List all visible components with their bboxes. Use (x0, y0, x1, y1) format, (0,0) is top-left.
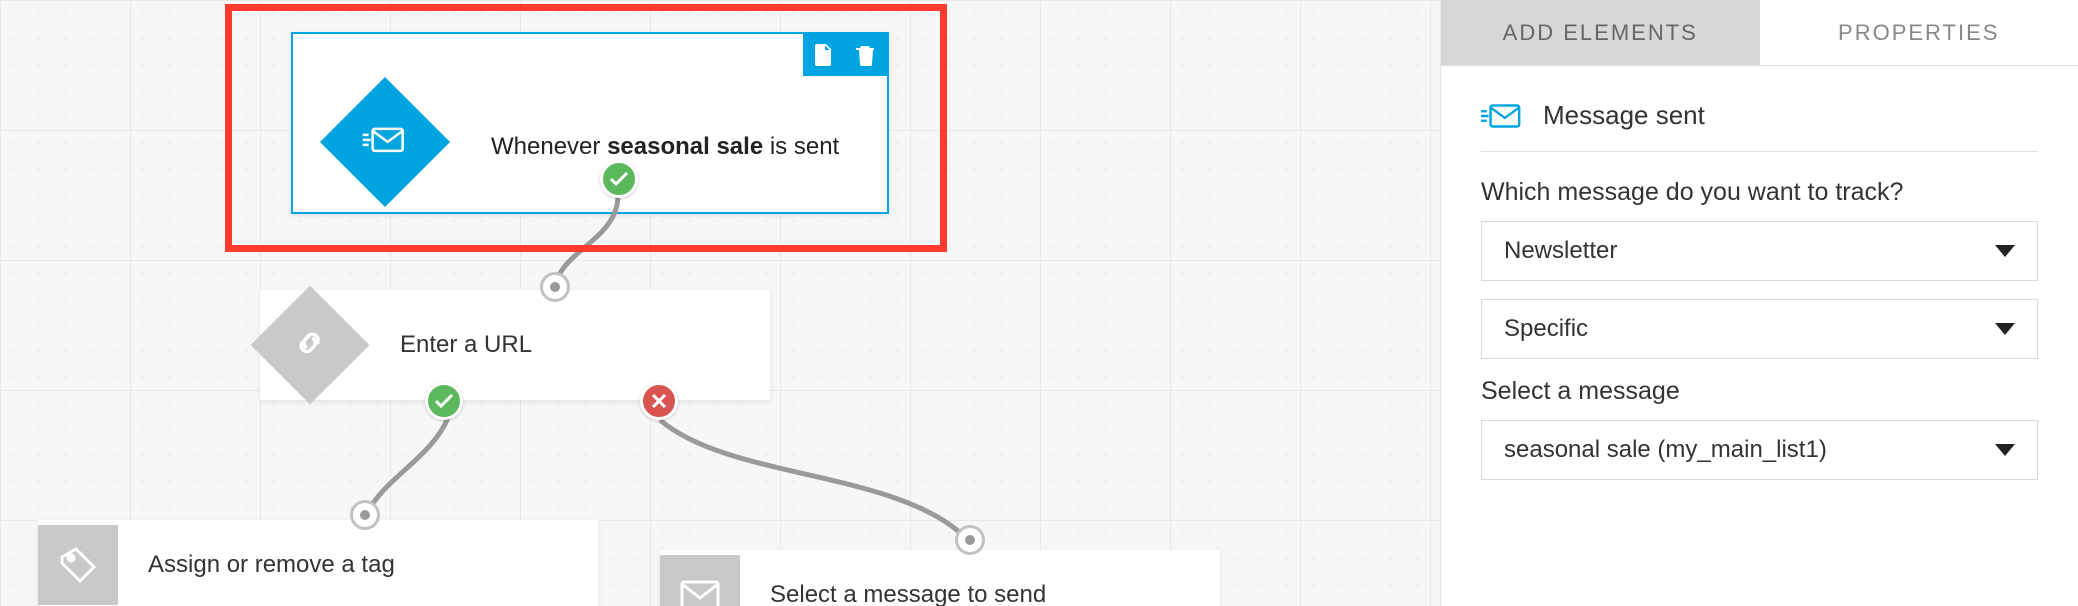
tag-icon (58, 545, 98, 585)
select-message[interactable]: seasonal sale (my_main_list1) (1481, 420, 2038, 480)
tab-add-elements[interactable]: ADD ELEMENTS (1441, 0, 1760, 66)
select-message-type[interactable]: Newsletter (1481, 221, 2038, 281)
check-icon (435, 394, 453, 408)
tab-properties[interactable]: PROPERTIES (1760, 0, 2078, 66)
check-icon (610, 172, 628, 186)
select-scope[interactable]: Specific (1481, 299, 2038, 359)
node-assign-tag[interactable]: Assign or remove a tag (38, 520, 598, 606)
delete-node-button[interactable] (845, 34, 887, 76)
node-send-message[interactable]: Select a message to send (660, 550, 1220, 606)
mail-icon (680, 580, 720, 606)
action-square (660, 555, 740, 606)
document-icon (814, 44, 834, 66)
node-link-clicked[interactable]: Enter a URL (260, 290, 770, 400)
action-square (38, 525, 118, 605)
trigger-text-suffix: is sent (763, 133, 839, 160)
connector-port[interactable] (955, 525, 985, 555)
connector-port[interactable] (350, 500, 380, 530)
select-scope-value: Specific (1504, 315, 1588, 343)
duplicate-node-button[interactable] (803, 34, 845, 76)
panel-header-title: Message sent (1543, 100, 1705, 131)
x-icon (652, 394, 666, 408)
properties-panel: ADD ELEMENTS PROPERTIES Message sent Whi… (1440, 0, 2078, 606)
connector-port[interactable] (540, 272, 570, 302)
chevron-down-icon (1995, 444, 2015, 456)
node-trigger-message-sent[interactable]: Whenever seasonal sale is sent (291, 32, 889, 214)
select-message-type-value: Newsletter (1504, 237, 1617, 265)
trigger-diamond (320, 77, 450, 207)
url-yes-badge[interactable] (425, 382, 463, 420)
mail-sent-icon (363, 125, 407, 155)
mail-sent-icon (1481, 101, 1523, 131)
url-no-badge[interactable] (640, 382, 678, 420)
trash-icon (856, 44, 876, 66)
tab-add-elements-label: ADD ELEMENTS (1503, 20, 1698, 46)
field-label-track: Which message do you want to track? (1481, 178, 2038, 207)
url-node-label: Enter a URL (400, 331, 532, 359)
panel-section-header: Message sent (1481, 100, 2038, 152)
send-node-label: Select a message to send (770, 581, 1046, 606)
trigger-yes-badge[interactable] (600, 160, 638, 198)
link-icon (292, 325, 328, 361)
select-message-value: seasonal sale (my_main_list1) (1504, 436, 1827, 464)
tab-properties-label: PROPERTIES (1838, 20, 1999, 46)
trigger-text: Whenever seasonal sale is sent (491, 133, 839, 161)
trigger-text-bold: seasonal sale (607, 133, 763, 160)
condition-diamond (251, 286, 370, 405)
tag-node-label: Assign or remove a tag (148, 551, 395, 579)
field-label-select-message: Select a message (1481, 377, 2038, 406)
chevron-down-icon (1995, 323, 2015, 335)
panel-tabs: ADD ELEMENTS PROPERTIES (1441, 0, 2078, 66)
workflow-canvas[interactable]: Whenever seasonal sale is sent Enter a U… (0, 0, 1440, 606)
chevron-down-icon (1995, 245, 2015, 257)
trigger-text-prefix: Whenever (491, 133, 607, 160)
